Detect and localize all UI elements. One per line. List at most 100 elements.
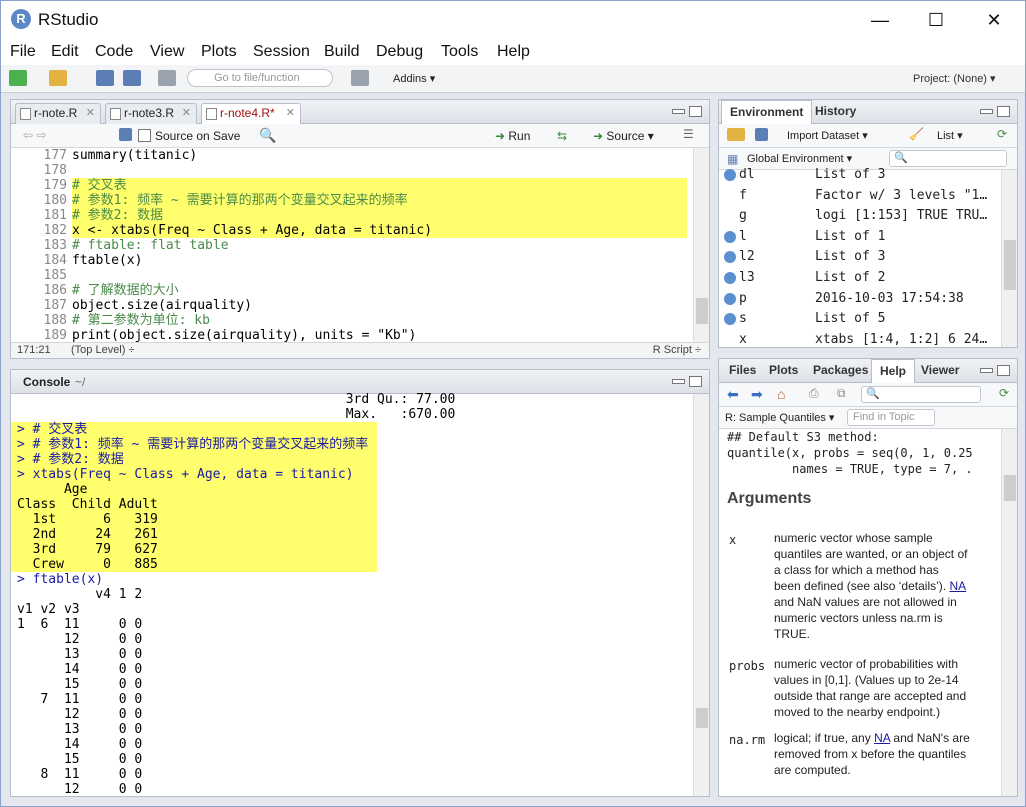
maximize-pane-icon[interactable]: [997, 365, 1010, 376]
scroll-thumb[interactable]: [1004, 475, 1016, 501]
refresh-icon[interactable]: ⟳: [997, 127, 1007, 141]
expand-icon[interactable]: [724, 272, 736, 284]
expand-icon[interactable]: [724, 169, 736, 181]
code-line[interactable]: 186 # 了解数据的大小: [11, 283, 693, 298]
list-view-button[interactable]: List ▾: [937, 129, 963, 142]
expand-icon[interactable]: [724, 313, 736, 326]
maximize-pane-icon[interactable]: [689, 376, 702, 387]
new-file-icon[interactable]: [9, 70, 27, 86]
scope-dropdown[interactable]: Global Environment ▾: [747, 152, 852, 165]
maximize-pane-icon[interactable]: [997, 106, 1010, 117]
environment-row[interactable]: p 2016-10-03 17:54:38: [719, 289, 999, 310]
scroll-thumb[interactable]: [1004, 240, 1016, 290]
project-menu[interactable]: Project: (None) ▾: [913, 72, 996, 85]
back-arrow-icon[interactable]: ⬅: [727, 386, 739, 403]
code-line[interactable]: 183 # ftable: flat table: [11, 238, 693, 253]
menu-file[interactable]: File: [10, 43, 36, 61]
broom-icon[interactable]: 🧹: [909, 127, 924, 141]
menu-build[interactable]: Build: [324, 43, 360, 61]
home-icon[interactable]: ⌂: [777, 386, 785, 402]
minimize-pane-icon[interactable]: [672, 109, 685, 114]
help-scrollbar[interactable]: [1001, 429, 1017, 796]
scope-selector[interactable]: (Top Level) ÷: [71, 343, 135, 358]
save-icon[interactable]: [119, 128, 132, 141]
help-search-input[interactable]: 🔍: [861, 386, 981, 403]
code-line[interactable]: 189 print(object.size(airquality), units …: [11, 328, 693, 342]
code-area[interactable]: 177 summary(titanic) 178 179 # 交叉表 180 # 参数1: …: [11, 148, 693, 342]
print-icon[interactable]: ⎙: [809, 386, 819, 401]
close-icon[interactable]: ✕: [286, 104, 295, 123]
minimize-pane-icon[interactable]: [980, 109, 993, 114]
tab-history[interactable]: History: [807, 100, 864, 124]
menu-edit[interactable]: Edit: [51, 43, 79, 61]
tab-environment[interactable]: Environment: [721, 100, 813, 124]
close-icon[interactable]: ✕: [182, 104, 191, 123]
search-icon[interactable]: 🔍: [259, 127, 276, 144]
environment-row[interactable]: l3 List of 2: [719, 268, 999, 289]
filetype-selector[interactable]: R Script ÷: [653, 343, 701, 358]
menu-code[interactable]: Code: [95, 43, 133, 61]
scroll-thumb[interactable]: [696, 298, 708, 324]
editor-scrollbar[interactable]: [693, 148, 709, 342]
tab-files[interactable]: Files: [721, 359, 764, 383]
environment-row[interactable]: x xtabs [1:4, 1:2] 6 24…: [719, 330, 999, 347]
code-line[interactable]: 179 # 交叉表: [11, 178, 693, 193]
code-line[interactable]: 178: [11, 163, 693, 178]
run-button[interactable]: ➜ Run: [495, 129, 530, 143]
addins-button[interactable]: Addins ▾: [393, 72, 435, 85]
scroll-thumb[interactable]: [696, 708, 708, 728]
expand-icon[interactable]: [724, 230, 736, 243]
console-scrollbar[interactable]: [693, 394, 709, 796]
rerun-icon[interactable]: ⇆: [557, 129, 567, 143]
refresh-icon[interactable]: ⟳: [999, 386, 1009, 400]
minimize-pane-icon[interactable]: [672, 379, 685, 384]
code-line[interactable]: 180 # 参数1: 频率 ~ 需要计算的那两个变量交叉起来的频率: [11, 193, 693, 208]
tab-r-note3[interactable]: r-note3.R ✕: [105, 103, 197, 124]
menu-plots[interactable]: Plots: [201, 43, 237, 61]
environment-row[interactable]: s List of 5: [719, 309, 999, 330]
open-folder-icon[interactable]: [727, 128, 745, 141]
back-icon[interactable]: ⇦ ⇨: [23, 128, 46, 142]
environment-row[interactable]: l2 List of 3: [719, 247, 999, 268]
tab-packages[interactable]: Packages: [805, 359, 876, 383]
tab-plots[interactable]: Plots: [761, 359, 806, 383]
code-line[interactable]: 187 object.size(airquality): [11, 298, 693, 313]
source-on-save-checkbox[interactable]: [138, 129, 151, 142]
maximize-pane-icon[interactable]: [689, 106, 702, 117]
topic-dropdown[interactable]: R: Sample Quantiles ▾: [725, 411, 834, 424]
import-dataset-button[interactable]: Import Dataset ▾: [787, 129, 868, 142]
code-line[interactable]: 181 # 参数2: 数据: [11, 208, 693, 223]
close-button[interactable]: ✕: [971, 5, 1017, 35]
save-icon[interactable]: [755, 128, 768, 141]
menu-view[interactable]: View: [150, 43, 184, 61]
minimize-pane-icon[interactable]: [980, 368, 993, 373]
code-line[interactable]: 185: [11, 268, 693, 283]
outline-icon[interactable]: ☰: [683, 127, 694, 141]
environment-row[interactable]: f Factor w/ 3 levels "1…: [719, 186, 999, 207]
grid-layout-icon[interactable]: [351, 70, 369, 86]
tab-r-note4[interactable]: r-note4.R* ✕: [201, 103, 301, 125]
environment-scrollbar[interactable]: [1001, 170, 1017, 347]
code-line[interactable]: 177 summary(titanic): [11, 148, 693, 163]
na-link[interactable]: NA: [949, 579, 966, 593]
code-line[interactable]: 188 # 第二参数为单位: kb: [11, 313, 693, 328]
close-icon[interactable]: ✕: [86, 104, 95, 123]
environment-row[interactable]: g logi [1:153] TRUE TRU…: [719, 206, 999, 227]
forward-arrow-icon[interactable]: ➡: [751, 386, 763, 403]
menu-debug[interactable]: Debug: [376, 43, 423, 61]
save-icon[interactable]: [96, 70, 114, 86]
console-output[interactable]: 3rd Qu.: 77.00 Max. :670.00 > # 交叉表 > # 参数…: [11, 392, 693, 796]
menu-session[interactable]: Session: [253, 43, 310, 61]
save-all-icon[interactable]: [123, 70, 141, 86]
code-line[interactable]: 184 ftable(x): [11, 253, 693, 268]
environment-row[interactable]: l List of 1: [719, 227, 999, 248]
open-project-icon[interactable]: [49, 70, 67, 86]
goto-file-input[interactable]: Go to file/function: [187, 69, 333, 87]
expand-icon[interactable]: [724, 292, 736, 305]
expand-icon[interactable]: [724, 251, 736, 264]
print-icon[interactable]: [158, 70, 176, 86]
tab-help[interactable]: Help: [871, 359, 916, 383]
na-link[interactable]: NA: [874, 731, 890, 745]
source-button[interactable]: ➜ Source ▾: [593, 129, 654, 143]
tab-viewer[interactable]: Viewer: [913, 359, 967, 383]
